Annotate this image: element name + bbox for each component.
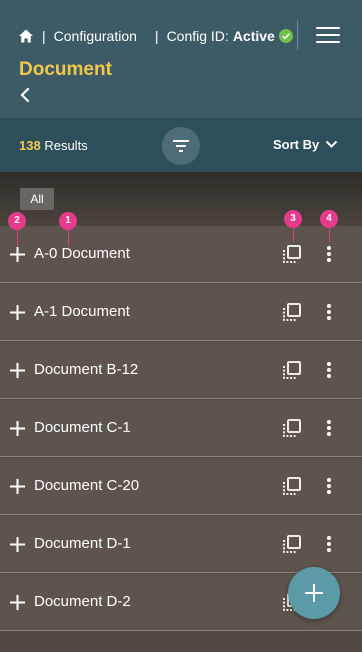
list-item-label: Document D-2 [34, 593, 131, 610]
chevron-down-icon [326, 140, 338, 148]
copy-icon[interactable] [282, 244, 302, 264]
results-count: 138 [19, 138, 41, 153]
copy-icon[interactable] [282, 418, 302, 438]
breadcrumb-separator: | [154, 28, 159, 44]
list-item-label: A-0 Document [34, 245, 130, 262]
callout-badge-2: 2 [8, 212, 26, 230]
list-item-label: A-1 Document [34, 303, 130, 320]
copy-icon[interactable] [282, 360, 302, 380]
copy-icon[interactable] [282, 534, 302, 554]
config-status: Active [232, 28, 275, 44]
plus-icon[interactable] [10, 537, 25, 552]
sort-by-button[interactable]: Sort By [273, 137, 338, 152]
plus-icon[interactable] [10, 595, 25, 610]
breadcrumb-configuration[interactable]: Configuration [54, 28, 137, 44]
callout-badge-4: 4 [320, 210, 338, 228]
filter-chip-strip: All [0, 172, 362, 226]
breadcrumb: | Configuration | Config ID: Active [18, 26, 348, 46]
results-summary: 138 Results [19, 138, 88, 153]
callout-leader-line [293, 226, 294, 242]
sort-by-label: Sort By [273, 137, 320, 152]
plus-icon[interactable] [10, 479, 25, 494]
kebab-menu-icon[interactable] [326, 361, 332, 379]
results-label: Results [44, 138, 88, 153]
copy-icon[interactable] [282, 476, 302, 496]
plus-icon[interactable] [10, 363, 25, 378]
callout-badge-3: 3 [284, 210, 302, 228]
list-item[interactable]: A-0 Document [0, 226, 362, 283]
header-divider [297, 20, 298, 50]
filter-chip-all[interactable]: All [20, 188, 54, 210]
app-header: | Configuration | Config ID: Active Docu… [0, 0, 362, 118]
filter-icon [173, 140, 189, 152]
list-item[interactable]: A-1 Document [0, 284, 362, 341]
plus-icon [305, 584, 323, 602]
plus-icon[interactable] [10, 247, 25, 262]
home-icon[interactable] [18, 28, 34, 44]
kebab-menu-icon[interactable] [326, 245, 332, 263]
breadcrumb-separator: | [42, 28, 46, 44]
callout-leader-line [329, 226, 330, 242]
plus-icon[interactable] [10, 305, 25, 320]
list-item[interactable]: Document C-1 [0, 400, 362, 457]
plus-icon[interactable] [10, 421, 25, 436]
page-title: Document [19, 59, 112, 80]
list-item-label: Document C-20 [34, 477, 140, 494]
list-item[interactable]: Document C-20 [0, 458, 362, 515]
kebab-menu-icon[interactable] [326, 535, 332, 553]
list-item-label: Document D-1 [34, 535, 131, 552]
results-bar: 138 Results Sort By [0, 118, 362, 172]
config-id-label: Config ID: [166, 28, 229, 44]
add-document-button[interactable] [288, 567, 340, 619]
kebab-menu-icon[interactable] [326, 477, 332, 495]
check-circle-icon [278, 29, 293, 43]
hamburger-menu-icon[interactable] [316, 27, 340, 45]
copy-icon[interactable] [282, 302, 302, 322]
list-item-label: Document B-12 [34, 361, 139, 378]
kebab-menu-icon[interactable] [326, 419, 332, 437]
chevron-left-icon[interactable] [18, 87, 32, 103]
kebab-menu-icon[interactable] [326, 303, 332, 321]
filter-button[interactable] [162, 127, 200, 165]
list-item[interactable]: Document B-12 [0, 342, 362, 399]
list-item[interactable]: Document D-1 [0, 516, 362, 573]
list-item-label: Document C-1 [34, 419, 131, 436]
callout-badge-1: 1 [59, 212, 77, 230]
